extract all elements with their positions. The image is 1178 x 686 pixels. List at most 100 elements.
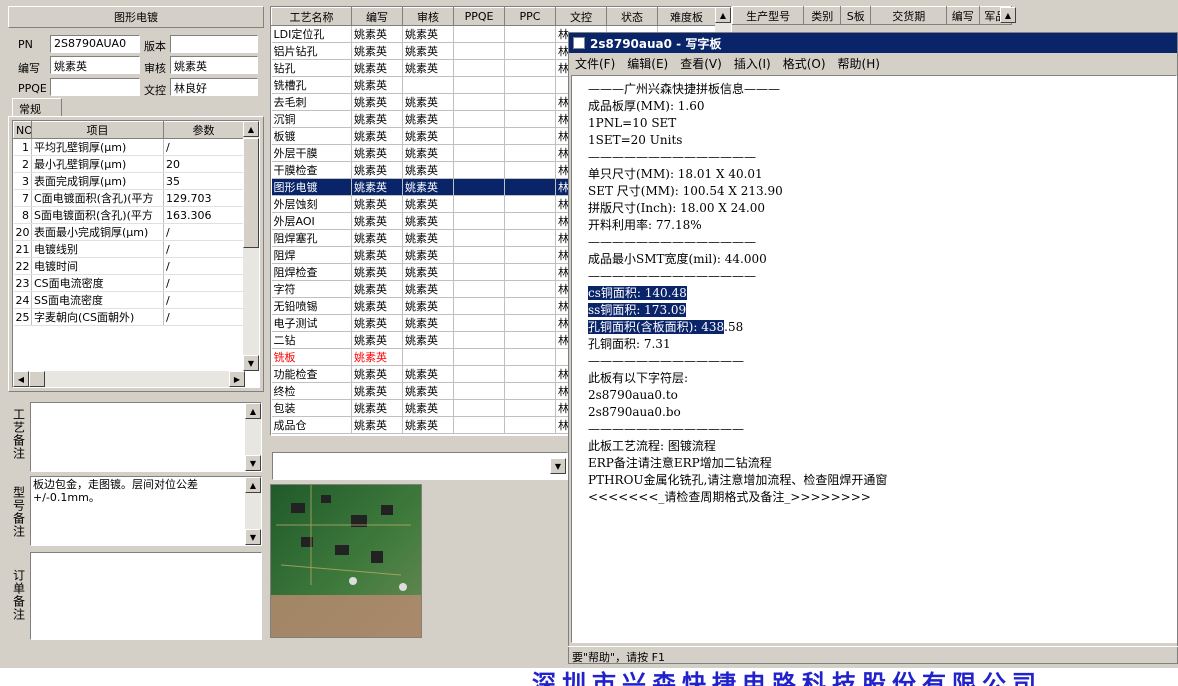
process-cell-w: 姚素英 — [351, 348, 403, 366]
param-cell-no: 8 — [13, 206, 32, 224]
review-field[interactable]: 姚素英 — [170, 56, 258, 74]
doc-control-field[interactable]: 林良好 — [170, 78, 258, 96]
param-cell-val: / — [163, 274, 244, 292]
order-col-header[interactable]: S板 — [840, 6, 872, 25]
grid-col-header[interactable]: 编写 — [351, 7, 403, 26]
process-cell-r: 姚素英 — [402, 229, 454, 247]
process-note-scroll[interactable]: ▲ ▼ — [245, 403, 261, 471]
pn-field[interactable]: 2S8790AUA0 — [50, 35, 140, 53]
col-header-param[interactable]: 参数 — [163, 121, 244, 139]
param-cell-item: 电镀线别 — [31, 240, 164, 258]
scroll-up-icon[interactable]: ▲ — [715, 7, 731, 23]
model-note-tab[interactable]: 型号备注 — [8, 476, 30, 548]
menu-item[interactable]: 文件(F) — [575, 55, 615, 72]
menu-item[interactable]: 帮助(H) — [838, 55, 880, 72]
process-cell-r: 姚素英 — [402, 161, 454, 179]
param-row[interactable]: 25 字麦朝向(CS面朝外) / — [13, 308, 244, 326]
col-header-no[interactable]: NO — [13, 121, 32, 139]
tab-general[interactable]: 常规 — [12, 98, 62, 116]
wordpad-document[interactable]: ———广州兴森快捷拼板信息——— 成品板厚(MM): 1.60 1PNL=10 SE… — [571, 75, 1177, 643]
menu-item[interactable]: 编辑(E) — [627, 55, 668, 72]
grid-col-header[interactable]: 文控 — [555, 7, 607, 26]
version-field[interactable] — [170, 35, 258, 53]
param-cell-item: 电镀时间 — [31, 257, 164, 275]
process-cell-empty — [504, 280, 556, 298]
scroll-right-icon[interactable]: ▶ — [229, 371, 245, 387]
param-row[interactable]: 2 最小孔壁铜厚(μm) 20 — [13, 155, 244, 173]
param-cell-item: S面电镀面积(含孔)(平方 — [31, 206, 164, 224]
process-note-tab[interactable]: 工艺备注 — [8, 398, 30, 470]
order-col-header[interactable]: 生产型号 — [731, 6, 805, 25]
param-row[interactable]: 22 电镀时间 / — [13, 257, 244, 275]
wordpad-titlebar[interactable]: 2s8790aua0 - 写字板 — [569, 33, 1177, 53]
document-line: —————————————— — [588, 150, 756, 164]
process-cell-w: 姚素英 — [351, 93, 403, 111]
order-col-header[interactable]: 编写 — [946, 6, 980, 25]
param-row[interactable]: 23 CS面电流密度 / — [13, 274, 244, 292]
param-cell-no: 22 — [13, 257, 32, 275]
param-cell-no: 23 — [13, 274, 32, 292]
author-field[interactable]: 姚素英 — [50, 56, 140, 74]
menu-item[interactable]: 查看(V) — [680, 55, 722, 72]
scroll-down-icon[interactable]: ▼ — [245, 455, 261, 471]
grid-col-header[interactable]: 状态 — [606, 7, 658, 26]
process-cell-name: 阻焊塞孔 — [271, 229, 352, 247]
scroll-down-icon[interactable]: ▼ — [243, 355, 259, 371]
process-cell-empty — [453, 263, 505, 281]
param-row[interactable]: 20 表面最小完成铜厚(μm) / — [13, 223, 244, 241]
process-cell-empty — [453, 195, 505, 213]
wordpad-title: 2s8790aua0 - 写字板 — [590, 36, 722, 51]
param-row[interactable]: 24 SS面电流密度 / — [13, 291, 244, 309]
panel-title-bar: 图形电镀 — [8, 6, 264, 28]
process-cell-r: 姚素英 — [402, 110, 454, 128]
param-cell-val: / — [163, 240, 244, 258]
param-row[interactable]: 3 表面完成铜厚(μm) 35 — [13, 172, 244, 190]
chevron-down-icon[interactable]: ▼ — [550, 458, 566, 474]
grid-col-header[interactable]: PPQE — [453, 7, 505, 26]
model-note-box[interactable]: 板边包金，走图镀。层间对位公差+/-0.1mm。 ▲ ▼ — [30, 476, 262, 546]
model-note-scroll[interactable]: ▲ ▼ — [245, 477, 261, 545]
params-vscroll-thumb[interactable] — [243, 138, 259, 248]
grid-col-header[interactable]: 审核 — [402, 7, 454, 26]
order-note-box[interactable] — [30, 552, 262, 640]
grid-col-header[interactable]: 难度板 — [657, 7, 716, 26]
process-cell-empty — [504, 365, 556, 383]
col-header-item[interactable]: 项目 — [31, 121, 164, 139]
scroll-up-icon[interactable]: ▲ — [243, 121, 259, 137]
author-label: 编写 — [18, 62, 40, 75]
menu-item[interactable]: 格式(O) — [783, 55, 826, 72]
order-col-header[interactable]: 交货期 — [870, 6, 948, 25]
order-grid: 生产型号 类别 S板 交货期 编写 军品 ▲ — [731, 6, 1028, 34]
process-note-box[interactable]: ▲ ▼ — [30, 402, 262, 472]
process-cell-r: 姚素英 — [402, 93, 454, 111]
scroll-up-icon[interactable]: ▲ — [1000, 7, 1016, 23]
process-cell-empty — [504, 110, 556, 128]
grid-col-header[interactable]: PPC — [504, 7, 556, 26]
ppqe-field[interactable] — [50, 78, 140, 96]
process-cell-empty — [504, 42, 556, 60]
param-cell-no: 20 — [13, 223, 32, 241]
process-cell-empty — [453, 297, 505, 315]
order-note-tab[interactable]: 订单备注 — [8, 552, 30, 638]
param-row[interactable]: 8 S面电镀面积(含孔)(平方 163.306 — [13, 206, 244, 224]
params-hscroll[interactable]: ◀ ▶ — [13, 371, 245, 387]
process-combo[interactable]: ▼ — [272, 452, 568, 480]
process-cell-empty — [453, 42, 505, 60]
scroll-down-icon[interactable]: ▼ — [245, 529, 261, 545]
menu-item[interactable]: 插入(I) — [734, 55, 771, 72]
scroll-left-icon[interactable]: ◀ — [13, 371, 29, 387]
params-hscroll-thumb[interactable] — [29, 371, 45, 387]
param-row[interactable]: 1 平均孔壁铜厚(μm) / — [13, 138, 244, 156]
order-col-header[interactable]: 类别 — [803, 6, 842, 25]
param-cell-val: / — [163, 223, 244, 241]
process-cell-w: 姚素英 — [351, 365, 403, 383]
params-vscroll[interactable]: ▲ ▼ — [243, 121, 259, 371]
scroll-up-icon[interactable]: ▲ — [245, 403, 261, 419]
process-cell-w: 姚素英 — [351, 127, 403, 145]
param-row[interactable]: 21 电镀线别 / — [13, 240, 244, 258]
param-row[interactable]: 7 C面电镀面积(含孔)(平方 129.703 — [13, 189, 244, 207]
process-cell-r: 姚素英 — [402, 416, 454, 434]
scroll-up-icon[interactable]: ▲ — [245, 477, 261, 493]
param-cell-item: 表面完成铜厚(μm) — [31, 172, 164, 190]
grid-col-header[interactable]: 工艺名称 — [271, 7, 352, 26]
